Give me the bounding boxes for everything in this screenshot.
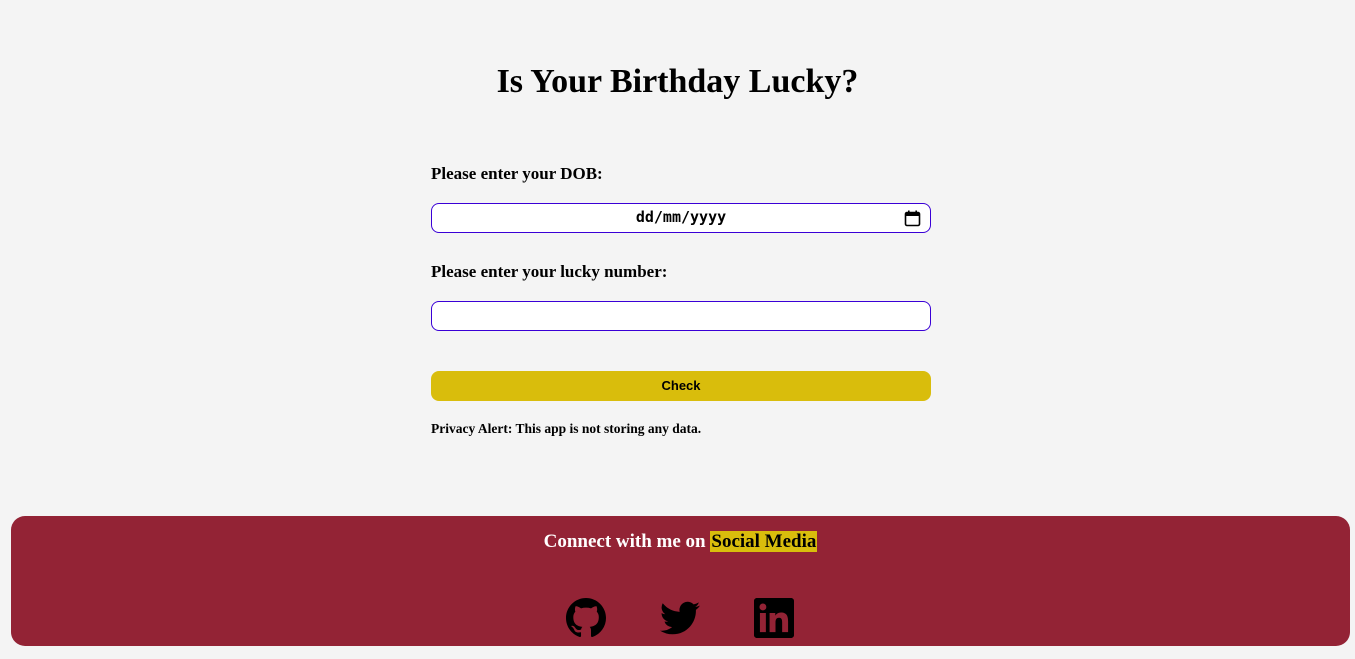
linkedin-link[interactable] [754,598,794,638]
dob-input[interactable]: dd/mm/yyyy [431,203,931,233]
twitter-link[interactable] [660,598,700,638]
calendar-icon[interactable] [904,210,921,227]
dob-label: Please enter your DOB: [431,164,603,183]
lucky-number-label: Please enter your lucky number: [431,262,668,281]
dob-placeholder: dd/mm/yyyy [635,208,727,226]
linkedin-icon [754,598,794,638]
page-title: Is Your Birthday Lucky? [496,63,859,100]
page: Is Your Birthday Lucky? Please enter you… [0,0,1355,659]
footer-heading-prefix: Connect with me on [543,531,706,552]
footer-heading: Connect with me on Social Media [11,529,1350,555]
check-button[interactable]: Check [431,371,931,401]
lucky-number-input[interactable] [431,301,931,331]
privacy-alert: Privacy Alert: This app is not storing a… [431,421,702,436]
twitter-icon [660,601,700,635]
footer-heading-highlight: Social Media [710,531,818,552]
github-icon [566,598,606,638]
github-link[interactable] [566,598,606,638]
footer: Connect with me on Social Media [11,516,1350,646]
